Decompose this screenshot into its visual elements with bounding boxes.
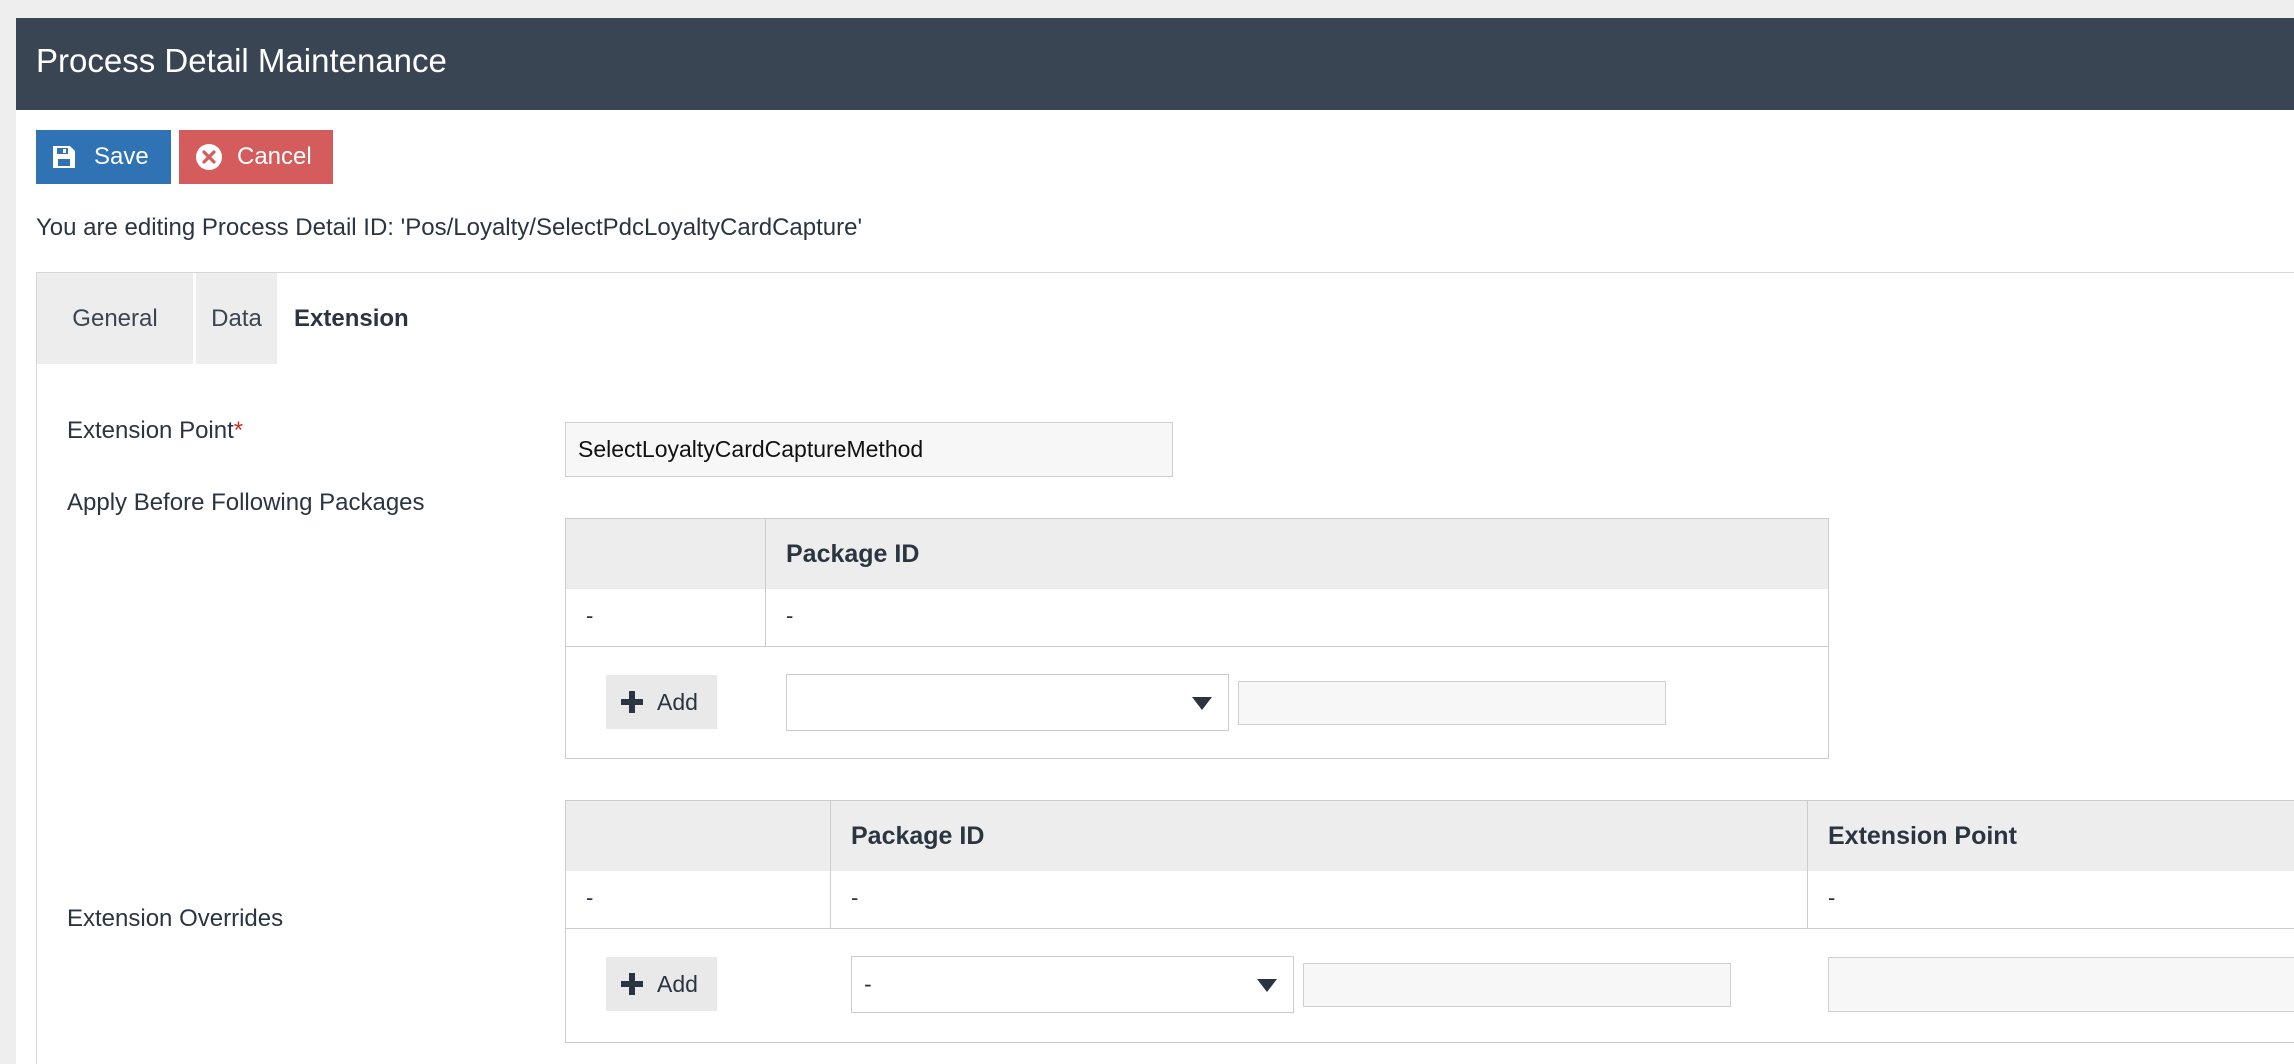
tab-extension[interactable]: Extension [277,273,417,364]
cancel-button[interactable]: Cancel [179,130,333,184]
override-package-select-value: - [864,971,872,997]
tab-panel: General Data Extension Extension Point* … [36,272,2294,1064]
plus-icon [619,971,645,997]
extension-overrides-label: Extension Overrides [67,905,284,932]
grid-header-row [566,801,2294,871]
row-divider [566,646,1828,647]
plus-icon [619,689,645,715]
grid-cell: - [586,885,594,910]
extension-point-label: Extension Point* [67,417,243,445]
floppy-disk-icon [52,145,76,169]
extension-overrides-grid: Package ID Extension Point - - - Add - [565,800,2294,1043]
column-header-package-id: Package ID [786,539,920,568]
row-divider [566,928,2294,929]
editing-info-text: You are editing Process Detail ID: 'Pos/… [36,214,863,241]
add-package-button[interactable]: Add [606,675,717,729]
page-title: Process Detail Maintenance [36,42,447,79]
circle-x-icon [195,143,223,171]
grid-cell: - [851,885,859,910]
apply-before-label: Apply Before Following Packages [67,489,425,516]
extension-point-label-text: Extension Point [67,417,234,444]
caret-down-icon [1257,978,1277,992]
grid-header-row [566,519,1828,589]
save-button-label: Save [94,143,149,170]
column-header-package-id: Package ID [851,821,985,850]
caret-down-icon [1192,696,1212,710]
add-button-label: Add [657,970,698,997]
apply-before-grid: Package ID - - Add [565,518,1829,759]
column-divider [1807,801,1808,929]
grid-cell: - [786,603,794,628]
override-package-select[interactable]: - [851,956,1294,1013]
save-button[interactable]: Save [36,130,171,184]
cancel-button-label: Cancel [237,143,312,170]
column-header-extension-point: Extension Point [1828,821,2017,850]
page: Process Detail Maintenance Save Cancel Y… [16,18,2294,1064]
column-divider [765,519,766,647]
override-extension-point-input[interactable] [1828,957,2294,1012]
tab-general[interactable]: General [37,273,193,364]
add-button-label: Add [657,688,698,715]
tab-data[interactable]: Data [196,273,277,364]
package-id-input[interactable] [1238,681,1666,725]
override-package-id-input[interactable] [1303,963,1731,1007]
add-override-button[interactable]: Add [606,957,717,1011]
grid-cell: - [586,603,594,628]
extension-point-input[interactable]: SelectLoyaltyCardCaptureMethod [565,422,1173,477]
column-divider [830,801,831,929]
grid-cell: - [1828,885,1836,910]
required-marker: * [233,417,244,444]
page-header: Process Detail Maintenance [16,18,2294,110]
package-select[interactable] [786,674,1229,731]
